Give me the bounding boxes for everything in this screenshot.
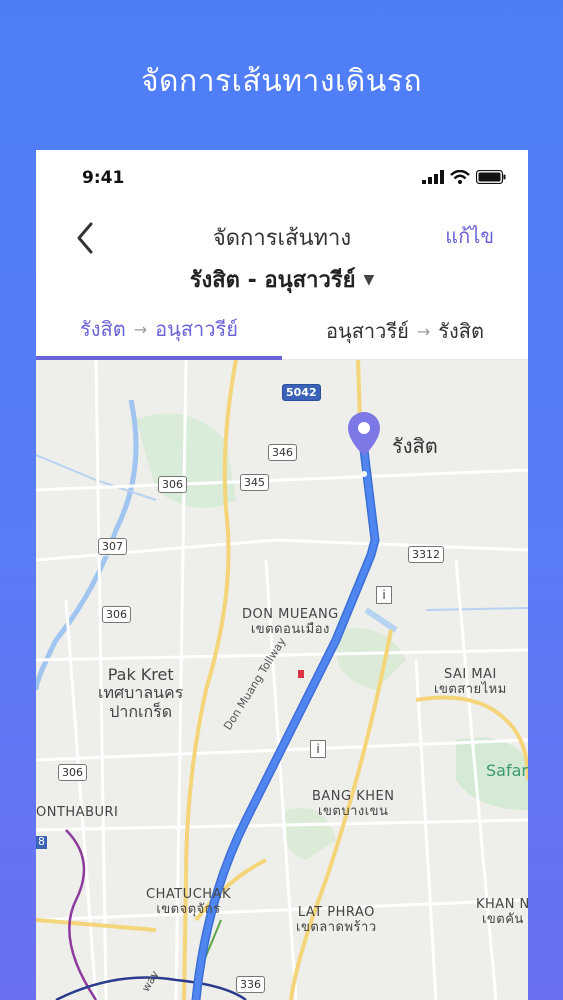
road-badge: 307 bbox=[98, 538, 127, 556]
wifi-icon bbox=[450, 170, 470, 184]
badge-8: 8 bbox=[36, 835, 47, 849]
road-badge: 345 bbox=[240, 474, 269, 492]
road-badge: 306 bbox=[102, 606, 131, 624]
phone-screen: 9:41 จัดการเส้นทาง แก้ไข รังสิต - อนุสาว… bbox=[36, 150, 528, 1000]
tab-from-label: อนุสาวรีย์ bbox=[326, 319, 409, 343]
canal bbox=[364, 607, 398, 633]
tab-to-label: รังสิต bbox=[438, 319, 484, 343]
route-map[interactable]: รังสิต 5042 346 306 345 307 306 3312 306… bbox=[36, 360, 528, 1000]
green-area bbox=[336, 628, 406, 690]
battery-icon bbox=[476, 170, 506, 184]
destination-label: รังสิต bbox=[392, 434, 438, 458]
route-start-dot bbox=[361, 471, 367, 477]
canal bbox=[36, 454, 157, 501]
map-label-lat-phrao: LAT PHRAO เขตลาดพร้าว bbox=[296, 905, 377, 935]
highway-badge: 5042 bbox=[282, 384, 321, 402]
map-label-pak-kret: Pak Kret เทศบาลนคร ปากเกร็ด bbox=[98, 665, 184, 721]
toll-marker bbox=[298, 670, 304, 678]
canal bbox=[425, 607, 528, 611]
header: จัดการเส้นทาง แก้ไข รังสิต - อนุสาวรีย์ ▼ bbox=[36, 206, 528, 302]
map-label-chatuchak: CHATUCHAK เขตจตุจักร bbox=[146, 887, 231, 917]
info-icon: i bbox=[310, 740, 326, 758]
route-label: รังสิต - อนุสาวรีย์ bbox=[189, 268, 356, 293]
transit-line bbox=[65, 829, 98, 1000]
map-label-don-mueang: DON MUEANG เขตดอนเมือง bbox=[242, 607, 339, 637]
destination-pin-icon bbox=[348, 412, 380, 456]
map-label-khan-na-yao: KHAN N เขตคัน bbox=[476, 897, 528, 927]
tab-monument-to-rangsit[interactable]: อนุสาวรีย์ → รังสิต bbox=[282, 302, 528, 360]
status-icons bbox=[422, 170, 506, 184]
banner-title: จัดการเส้นทางเดินรถ bbox=[140, 64, 423, 99]
tab-rangsit-to-monument[interactable]: รังสิต → อนุสาวรีย์ bbox=[36, 302, 282, 360]
info-icon: i bbox=[376, 586, 392, 604]
map-label-sai-mai: SAI MAI เขตสายไหม bbox=[434, 667, 507, 697]
arrow-right-icon: → bbox=[416, 321, 431, 341]
route-selector[interactable]: รังสิต - อนุสาวรีย์ ▼ bbox=[36, 262, 528, 297]
tab-from-label: รังสิต bbox=[80, 317, 126, 341]
edit-button[interactable]: แก้ไข bbox=[445, 220, 494, 252]
road-badge: 306 bbox=[58, 764, 87, 782]
arrow-right-icon: → bbox=[133, 319, 148, 339]
direction-tabs: รังสิต → อนุสาวรีย์ อนุสาวรีย์ → รังสิต bbox=[36, 302, 528, 360]
status-time: 9:41 bbox=[82, 168, 125, 188]
road-badge: 306 bbox=[158, 476, 187, 494]
road-badge: 3312 bbox=[408, 546, 444, 564]
caret-down-icon: ▼ bbox=[363, 272, 375, 288]
tab-to-label: อนุสาวรีย์ bbox=[155, 317, 238, 341]
map-label-bang-khen: BANG KHEN เขตบางเขน bbox=[312, 789, 395, 819]
signal-icon bbox=[422, 170, 444, 184]
map-label-nonthaburi: ONTHABURI bbox=[36, 805, 119, 820]
status-bar: 9:41 bbox=[36, 150, 528, 206]
road-badge: 346 bbox=[268, 444, 297, 462]
road-badge: 336 bbox=[236, 976, 265, 994]
map-label-safari: Safar bbox=[486, 761, 528, 780]
